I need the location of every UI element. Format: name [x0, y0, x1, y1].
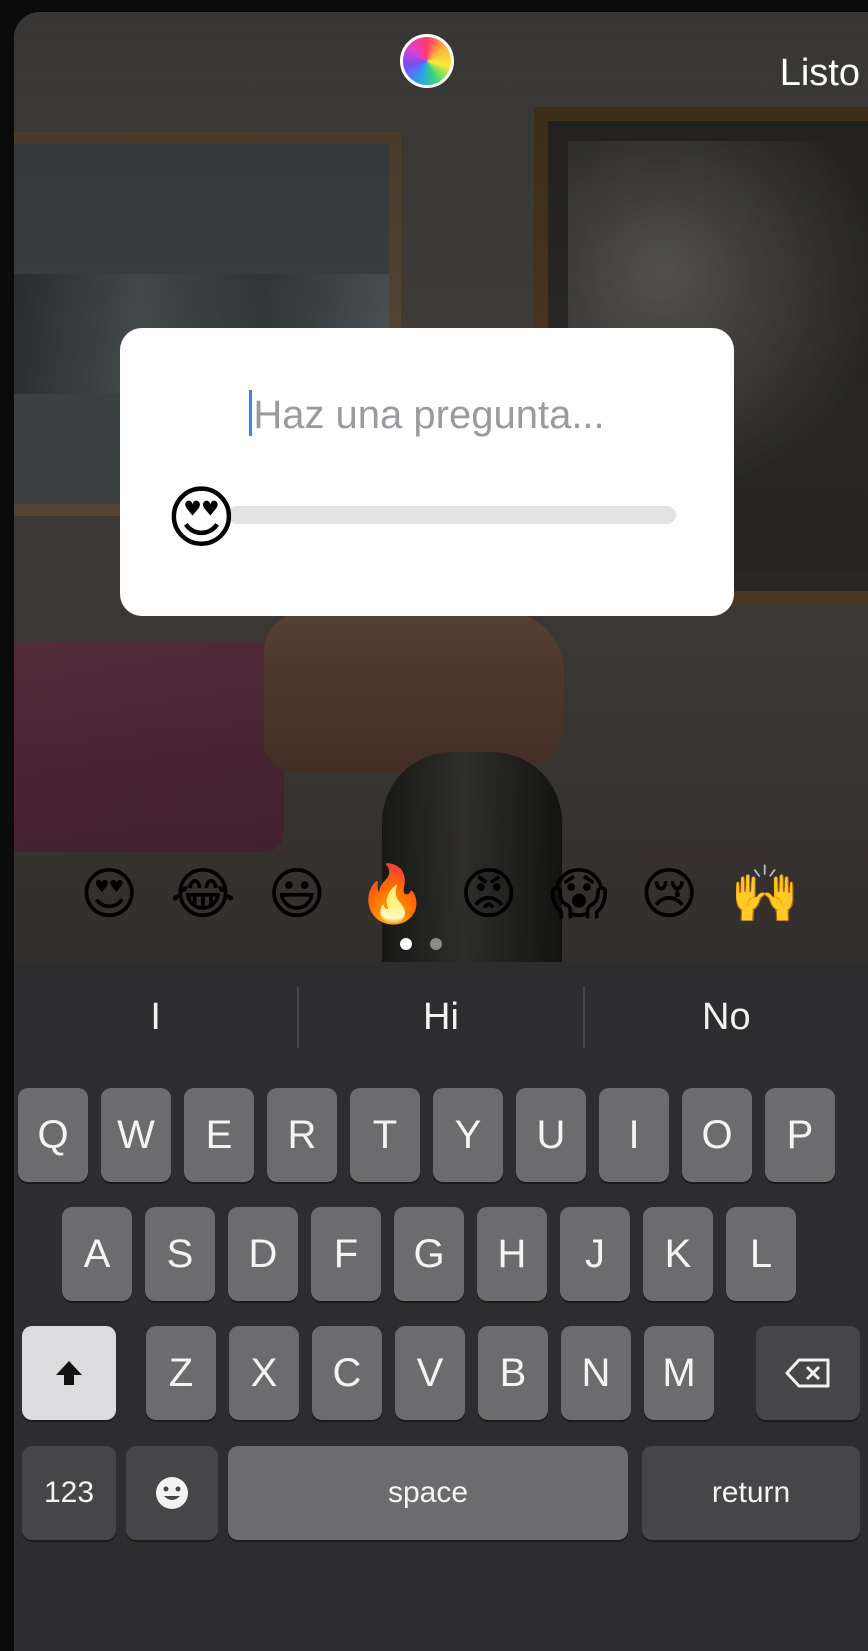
key-q[interactable]: Q	[18, 1088, 88, 1182]
emoji-option[interactable]: 😢	[640, 860, 698, 928]
key-n[interactable]: N	[561, 1326, 631, 1420]
backspace-key[interactable]	[756, 1326, 860, 1420]
emoji-page-indicator	[400, 938, 442, 950]
key-g[interactable]: G	[394, 1207, 464, 1301]
key-z[interactable]: Z	[146, 1326, 216, 1420]
key-r[interactable]: R	[267, 1088, 337, 1182]
key-h[interactable]: H	[477, 1207, 547, 1301]
space-key[interactable]: space	[228, 1446, 628, 1540]
done-button[interactable]: Listo	[780, 52, 860, 95]
emoji-option[interactable]: 🙌	[730, 860, 800, 928]
page-dot	[400, 938, 412, 950]
key-y[interactable]: Y	[433, 1088, 503, 1182]
slider-track[interactable]	[228, 506, 676, 524]
key-v[interactable]: V	[395, 1326, 465, 1420]
story-editor: Listo Haz una pregunta... 😍 😍 😂 😃 🔥 😡 😱 😢 🙌 I H…	[14, 12, 868, 1651]
emoji-option[interactable]: 😃	[268, 860, 326, 928]
key-o[interactable]: O	[682, 1088, 752, 1182]
shift-key[interactable]	[22, 1326, 116, 1420]
shift-arrow-icon	[56, 1361, 82, 1385]
color-picker-icon[interactable]	[400, 34, 454, 88]
return-key[interactable]: return	[642, 1446, 860, 1540]
key-s[interactable]: S	[145, 1207, 215, 1301]
key-t[interactable]: T	[350, 1088, 420, 1182]
suggestion-3[interactable]: No	[585, 962, 868, 1072]
backspace-icon	[785, 1358, 830, 1388]
key-u[interactable]: U	[516, 1088, 586, 1182]
emoji-picker-row: 😍 😂 😃 🔥 😡 😱 😢 🙌	[80, 860, 800, 928]
key-d[interactable]: D	[228, 1207, 298, 1301]
question-placeholder: Haz una pregunta...	[253, 393, 605, 437]
emoji-option[interactable]: 😱	[550, 860, 608, 928]
key-b[interactable]: B	[478, 1326, 548, 1420]
key-i[interactable]: I	[599, 1088, 669, 1182]
key-p[interactable]: P	[765, 1088, 835, 1182]
emoji-option[interactable]: 😂	[170, 860, 235, 928]
suggestion-2[interactable]: Hi	[299, 962, 582, 1072]
numbers-key[interactable]: 123	[22, 1446, 116, 1540]
emoji-option[interactable]: 😡	[459, 860, 517, 928]
key-j[interactable]: J	[560, 1207, 630, 1301]
smiley-icon	[156, 1477, 188, 1509]
emoji-slider-sticker[interactable]: Haz una pregunta... 😍	[120, 328, 734, 616]
key-e[interactable]: E	[184, 1088, 254, 1182]
emoji-option[interactable]: 😍	[80, 860, 138, 928]
question-field[interactable]: Haz una pregunta...	[120, 390, 734, 438]
key-m[interactable]: M	[644, 1326, 714, 1420]
suggestion-1[interactable]: I	[14, 962, 297, 1072]
key-c[interactable]: C	[312, 1326, 382, 1420]
key-a[interactable]: A	[62, 1207, 132, 1301]
text-cursor	[249, 390, 253, 436]
emoji-keyboard-key[interactable]	[126, 1446, 218, 1540]
keyboard: I Hi No 123 space return QWERTYUIOPASDFG…	[14, 962, 868, 1651]
key-l[interactable]: L	[726, 1207, 796, 1301]
key-w[interactable]: W	[101, 1088, 171, 1182]
key-x[interactable]: X	[229, 1326, 299, 1420]
key-f[interactable]: F	[311, 1207, 381, 1301]
emoji-option[interactable]: 🔥	[358, 860, 428, 928]
suggestion-bar: I Hi No	[14, 962, 868, 1072]
page-dot	[430, 938, 442, 950]
slider-emoji-thumb[interactable]: 😍	[166, 478, 237, 558]
key-k[interactable]: K	[643, 1207, 713, 1301]
